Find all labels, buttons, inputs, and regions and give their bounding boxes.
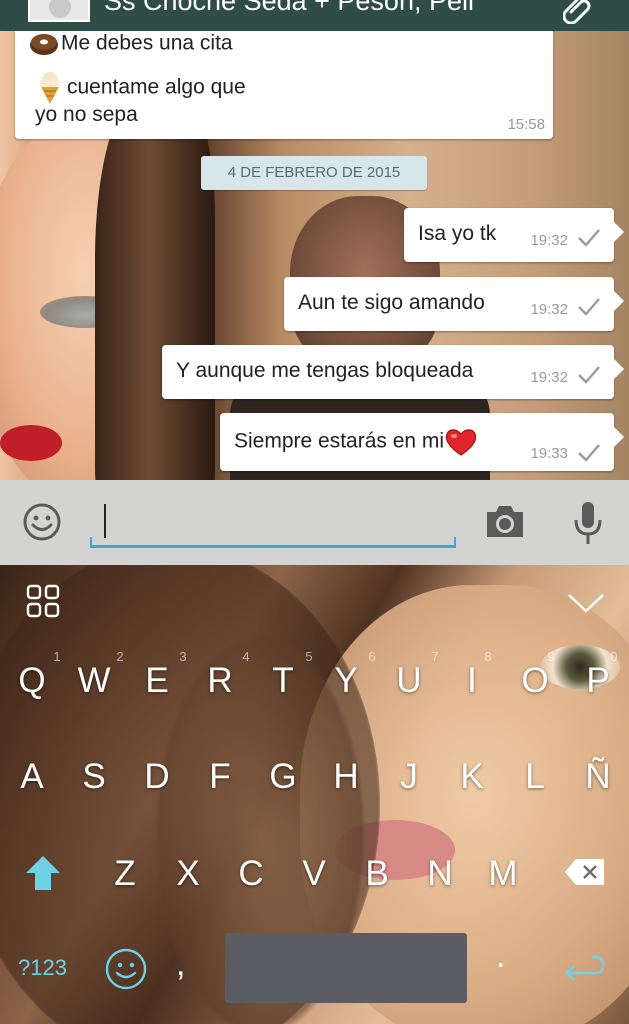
key-y[interactable]: Y [321, 661, 371, 701]
message-text: Y aunque me tengas bloqueada [176, 359, 474, 382]
apps-grid-icon[interactable] [26, 584, 60, 618]
shift-key-icon[interactable] [24, 854, 62, 892]
incoming-text-2: cuentame algo que [67, 75, 246, 99]
key-i[interactable]: I [447, 661, 497, 701]
camera-icon[interactable] [484, 502, 526, 540]
key-v[interactable]: V [289, 854, 339, 894]
keyboard-emoji-icon[interactable] [104, 947, 148, 991]
key-q[interactable]: Q [7, 661, 57, 701]
chat-header[interactable]: Ss Choche Seda + Peson, Peli [0, 0, 629, 31]
sent-check-icon [578, 444, 600, 462]
message-text: Aun te sigo amando [298, 291, 485, 314]
sent-check-icon [578, 229, 600, 247]
key-c[interactable]: C [226, 854, 276, 894]
key-e[interactable]: E [132, 661, 182, 701]
key-d[interactable]: D [132, 757, 182, 797]
incoming-line-1: Me debes una cita [29, 31, 233, 57]
key-x[interactable]: X [163, 854, 213, 894]
ice-cream-icon [40, 72, 60, 104]
key-t[interactable]: T [258, 661, 308, 701]
sent-check-icon [578, 298, 600, 316]
key-u[interactable]: U [384, 661, 434, 701]
message-text: Siempre estarás en mi [234, 429, 445, 453]
key-b[interactable]: B [352, 854, 402, 894]
key-n[interactable]: N [415, 854, 465, 894]
emoji-picker-icon[interactable] [22, 502, 62, 542]
chat-area[interactable]: Me debes una cita cuentame algo que yo n… [0, 31, 629, 480]
key-p[interactable]: P [573, 661, 623, 701]
key-z[interactable]: Z [100, 854, 150, 894]
contact-name[interactable]: Ss Choche Seda + Peson, Peli [104, 0, 474, 17]
key-a[interactable]: A [7, 757, 57, 797]
heart-emoji-icon [445, 429, 477, 456]
key-k[interactable]: K [447, 757, 497, 797]
message-text: Isa yo tk [418, 222, 497, 245]
outgoing-message-bubble[interactable]: Aun te sigo amando 19:32 [284, 277, 624, 331]
key-enye[interactable]: Ñ [573, 757, 623, 797]
incoming-message-bubble[interactable]: Me debes una cita cuentame algo que yo n… [15, 31, 553, 139]
key-w[interactable]: W [69, 661, 119, 701]
key-o[interactable]: O [510, 661, 560, 701]
message-text-row: Siempre estarás en mi [234, 427, 478, 457]
comma-key[interactable]: , [176, 945, 185, 984]
message-timestamp: 19:32 [530, 301, 568, 318]
key-f[interactable]: F [195, 757, 245, 797]
incoming-line-2: cuentame algo que [35, 71, 246, 105]
outgoing-message-bubble[interactable]: Y aunque me tengas bloqueada 19:32 [162, 345, 624, 399]
enter-key-icon[interactable] [562, 953, 606, 981]
contact-avatar[interactable] [28, 0, 90, 22]
attach-icon[interactable] [563, 0, 593, 24]
keyboard: 1 2 3 4 5 6 7 8 9 0 Q W E R T Y U I O P … [0, 565, 629, 1024]
outgoing-message-bubble[interactable]: Isa yo tk 19:32 [404, 208, 624, 262]
wallpaper-lips [0, 425, 62, 461]
sent-check-icon [578, 366, 600, 384]
message-timestamp: 19:33 [530, 445, 568, 462]
space-bar[interactable] [225, 933, 467, 1003]
wallpaper-hair [95, 91, 215, 480]
message-input[interactable] [108, 502, 448, 542]
microphone-icon[interactable] [572, 500, 604, 546]
message-timestamp: 19:32 [530, 232, 568, 249]
key-s[interactable]: S [69, 757, 119, 797]
period-key[interactable]: . [496, 937, 505, 976]
message-field[interactable] [90, 498, 456, 548]
message-timestamp: 19:32 [530, 369, 568, 386]
compose-bar [0, 480, 629, 565]
symbols-key[interactable]: ?123 [18, 955, 67, 981]
message-timestamp: 15:58 [507, 116, 545, 133]
incoming-text-3: yo no sepa [35, 103, 138, 126]
donut-icon [30, 34, 58, 55]
date-separator: 4 DE FEBRERO DE 2015 [201, 156, 427, 190]
key-r[interactable]: R [195, 661, 245, 701]
key-j[interactable]: J [384, 757, 434, 797]
incoming-text-1: Me debes una cita [61, 31, 233, 55]
backspace-key-icon[interactable] [564, 857, 606, 887]
hide-keyboard-chevron-icon[interactable] [566, 591, 606, 615]
key-m[interactable]: M [478, 854, 528, 894]
key-g[interactable]: G [258, 757, 308, 797]
text-cursor [104, 504, 106, 538]
key-l[interactable]: L [510, 757, 560, 797]
outgoing-message-bubble[interactable]: Siempre estarás en mi 19:33 [220, 413, 624, 471]
key-h[interactable]: H [321, 757, 371, 797]
